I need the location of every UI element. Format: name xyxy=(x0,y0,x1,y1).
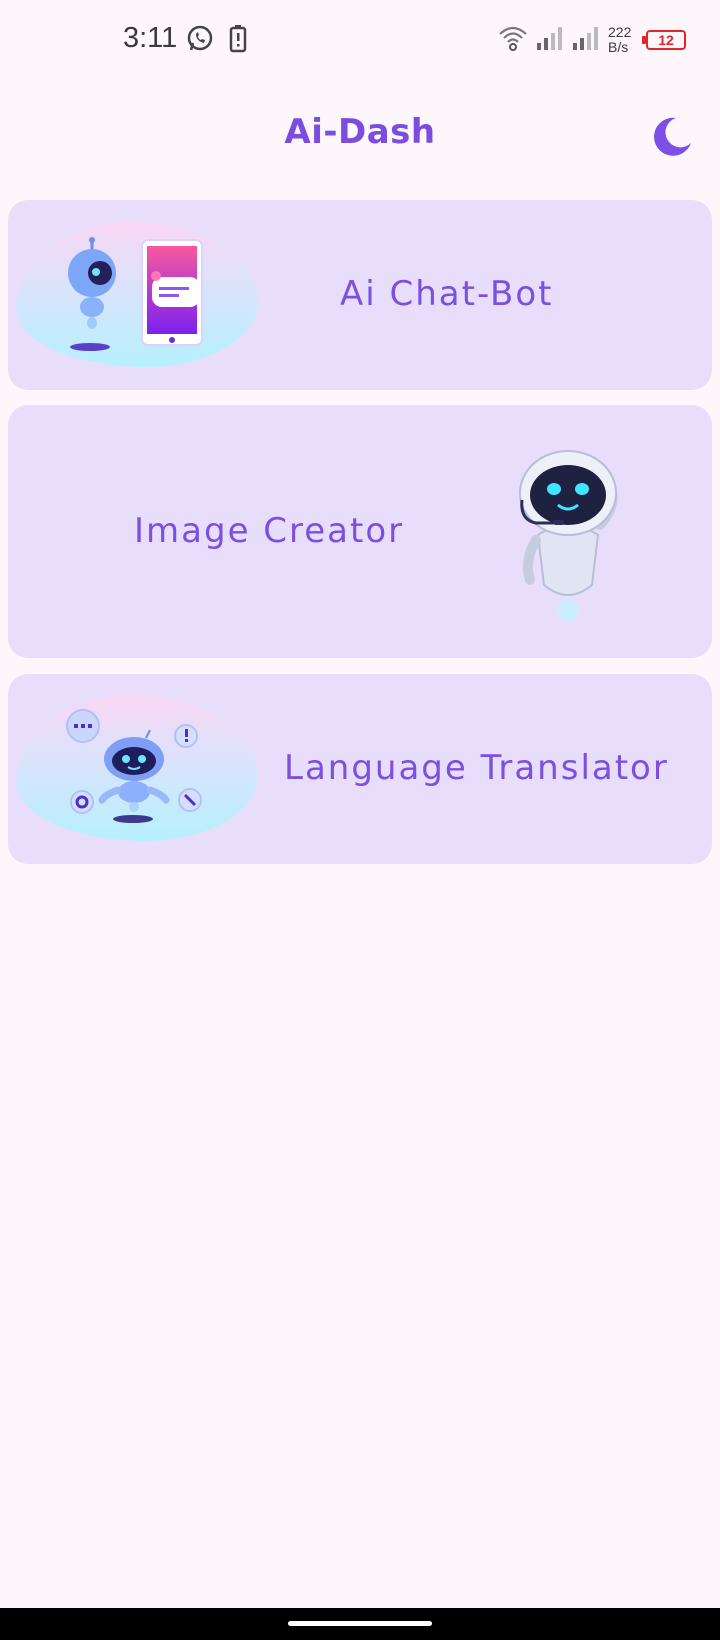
app-bar: Ai-Dash xyxy=(0,90,720,180)
network-speed-value: 222 xyxy=(608,24,632,40)
home-indicator[interactable] xyxy=(288,1621,432,1626)
network-speed: 222 B/s xyxy=(608,25,638,55)
waving-robot-illustration xyxy=(519,450,618,622)
system-navigation-bar xyxy=(0,1608,720,1640)
battery-saver-icon xyxy=(229,24,247,58)
status-system-icons: 222 B/s 12 xyxy=(498,24,686,56)
robot-with-bubbles-illustration xyxy=(66,709,202,823)
card-image-creator[interactable]: Image Creator xyxy=(8,405,712,658)
status-notification-icons xyxy=(185,24,247,58)
battery-icon: 12 xyxy=(642,30,686,50)
signal-icon xyxy=(572,25,600,55)
card-label-ai-chatbot: Ai Chat-Bot xyxy=(340,274,554,314)
whatsapp-icon xyxy=(185,24,215,58)
card-ai-chatbot[interactable]: Ai Chat-Bot xyxy=(8,200,712,390)
status-bar: 3:11 222 B/s 12 xyxy=(0,0,720,80)
card-language-translator[interactable]: Language Translator xyxy=(8,674,712,864)
signal-icon xyxy=(536,25,564,55)
page-title: Ai-Dash xyxy=(284,112,436,152)
moon-icon xyxy=(650,117,694,163)
wifi-icon xyxy=(498,24,528,56)
chatbot-robot-phone-illustration xyxy=(68,237,203,351)
card-label-image-creator: Image Creator xyxy=(134,511,405,551)
status-time: 3:11 xyxy=(123,22,178,54)
card-label-language-translator: Language Translator xyxy=(284,748,669,788)
theme-toggle-button[interactable] xyxy=(650,115,694,159)
battery-level: 12 xyxy=(658,32,674,48)
network-speed-unit: B/s xyxy=(608,39,629,55)
